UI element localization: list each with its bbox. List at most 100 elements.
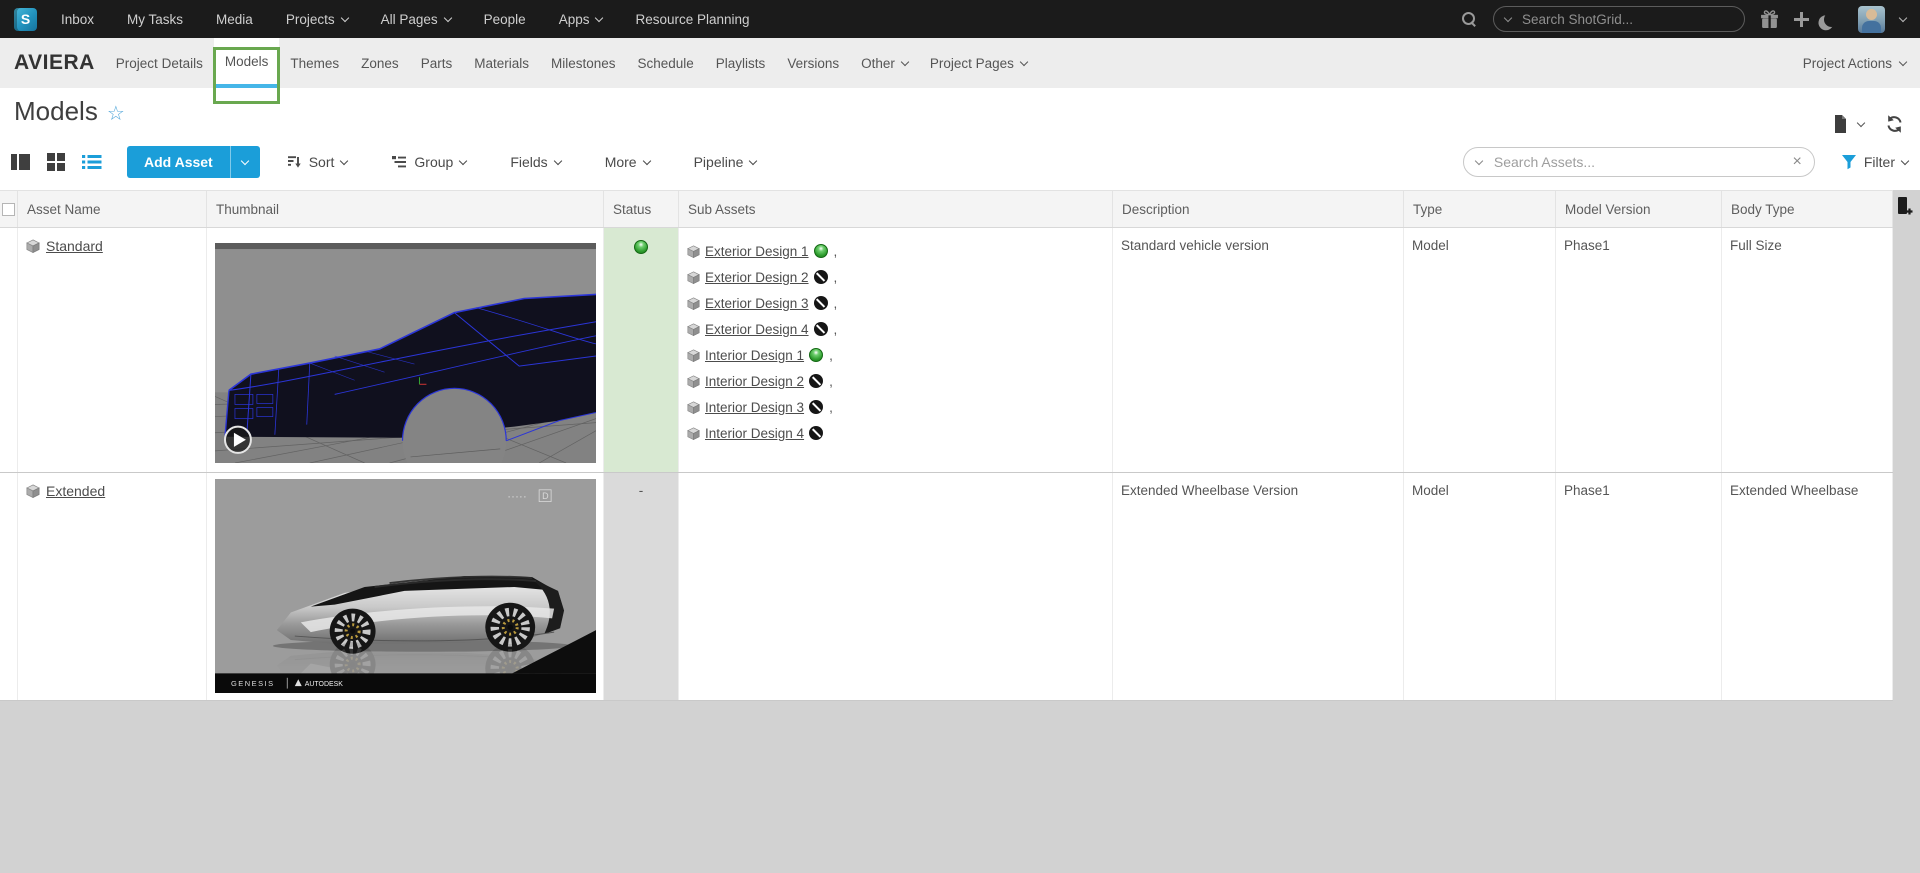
topnav-projects[interactable]: Projects [286,12,349,27]
status-cell[interactable] [604,228,679,472]
tab-materials[interactable]: Materials [463,38,540,88]
asset-link[interactable]: Standard [46,238,103,254]
topnav-all-pages[interactable]: All Pages [381,12,452,27]
column-header-body-type[interactable]: Body Type [1722,191,1893,227]
chevron-down-icon [749,156,758,165]
sub-asset-link[interactable]: Interior Design 1 [705,348,804,363]
search-icon[interactable] [1461,11,1478,28]
tab-zones[interactable]: Zones [350,38,410,88]
body-type-cell: Full Size [1722,228,1893,472]
column-header-thumbnail[interactable]: Thumbnail [207,191,604,227]
tab-project-details[interactable]: Project Details [105,38,214,88]
top-nav-bar: S Inbox My Tasks Media Projects All Page… [0,0,1920,38]
tab-other[interactable]: Other [850,38,919,88]
status-active-icon [809,348,824,362]
sub-asset-link[interactable]: Exterior Design 3 [705,296,809,311]
tab-parts[interactable]: Parts [410,38,464,88]
column-header-type[interactable]: Type [1404,191,1556,227]
topnav-media[interactable]: Media [216,12,253,27]
column-header-sub-assets[interactable]: Sub Assets [679,191,1113,227]
topnav-my-tasks[interactable]: My Tasks [127,12,183,27]
asset-cube-icon [687,322,700,336]
status-cell[interactable]: - [604,473,679,700]
sub-asset-link[interactable]: Exterior Design 4 [705,322,809,337]
status-blank-label: - [638,483,644,498]
tab-themes[interactable]: Themes [279,38,350,88]
asset-thumbnail[interactable] [215,243,596,463]
chevron-down-icon[interactable] [1474,156,1484,165]
project-actions-menu[interactable]: Project Actions [1803,56,1908,71]
sort-menu[interactable]: Sort [286,154,349,170]
refresh-icon[interactable] [1885,114,1904,134]
sub-asset-link[interactable]: Interior Design 3 [705,400,804,415]
asset-cube-icon [687,400,700,414]
svg-text:AUTODESK: AUTODESK [305,681,344,688]
wireframe-car-render [215,243,596,463]
asset-cube-icon [687,270,700,284]
clear-search-icon[interactable]: × [1793,154,1802,170]
play-button[interactable] [223,425,252,454]
group-icon [391,154,407,170]
list-item: Interior Design 2 , [687,368,1104,394]
group-menu[interactable]: Group [391,154,468,170]
global-search-input[interactable] [1520,10,1733,28]
sub-assets-cell: Exterior Design 1 , Exterior Design 2 , … [679,228,1113,472]
plus-icon[interactable] [1794,11,1809,27]
master-detail-view-icon[interactable] [10,152,31,172]
tab-versions[interactable]: Versions [776,38,850,88]
chevron-down-icon[interactable] [1898,13,1908,22]
favorite-star-icon[interactable]: ☆ [107,101,125,126]
topnav-inbox[interactable]: Inbox [61,12,94,27]
asset-link[interactable]: Extended [46,483,105,499]
project-name[interactable]: AVIERA [14,51,95,75]
moon-icon[interactable] [1823,11,1840,28]
more-menu[interactable]: More [605,154,651,170]
fields-menu[interactable]: Fields [510,154,562,170]
chevron-down-icon [553,156,562,165]
sub-asset-link[interactable]: Interior Design 4 [705,426,804,441]
topnav-people[interactable]: People [484,12,526,27]
chevron-down-icon[interactable] [1856,118,1866,127]
list-view-icon[interactable] [81,152,102,172]
column-header-status[interactable]: Status [604,191,679,227]
add-asset-button[interactable]: Add Asset [127,146,260,178]
shotgrid-logo[interactable]: S [14,7,37,31]
tab-playlists[interactable]: Playlists [705,38,777,88]
filter-menu[interactable]: Filter [1841,154,1910,170]
gift-icon[interactable] [1760,9,1779,29]
list-item: Interior Design 1 , [687,342,1104,368]
svg-text:•••••: ••••• [508,496,528,501]
sub-asset-link[interactable]: Exterior Design 1 [705,244,809,259]
sub-asset-link[interactable]: Interior Design 2 [705,374,804,389]
chevron-down-icon [340,13,349,22]
tab-models-wrap: Models [212,38,281,104]
pipeline-menu[interactable]: Pipeline [694,154,758,170]
topnav-apps[interactable]: Apps [559,12,604,27]
chevron-down-icon [1900,156,1910,165]
column-header-asset-name[interactable]: Asset Name [18,191,207,227]
select-all-checkbox[interactable] [2,202,15,216]
sub-assets-cell [679,473,1113,700]
thumbnail-view-icon[interactable] [46,152,66,172]
topnav-resource-planning[interactable]: Resource Planning [635,12,749,27]
avatar[interactable] [1858,5,1885,33]
status-omit-icon [813,322,828,336]
tab-schedule[interactable]: Schedule [627,38,705,88]
tab-models[interactable]: Models [213,38,280,88]
add-column-button[interactable] [1896,197,1913,221]
asset-search-input[interactable] [1491,153,1783,171]
global-search[interactable] [1493,6,1745,32]
status-omit-icon [813,270,828,284]
tab-milestones[interactable]: Milestones [540,38,627,88]
sub-asset-link[interactable]: Exterior Design 2 [705,270,809,285]
add-asset-dropdown[interactable] [229,146,260,178]
page-mode-icon[interactable] [1832,114,1849,134]
asset-search[interactable]: × [1462,147,1815,177]
asset-cube-icon [26,239,40,253]
chevron-down-icon[interactable] [1503,13,1513,22]
column-header-model-version[interactable]: Model Version [1556,191,1722,227]
asset-thumbnail[interactable]: ••••• D GENESIS AUTODESK [215,479,596,693]
tab-project-pages[interactable]: Project Pages [919,38,1038,88]
status-omit-icon [809,374,824,388]
column-header-description[interactable]: Description [1113,191,1404,227]
